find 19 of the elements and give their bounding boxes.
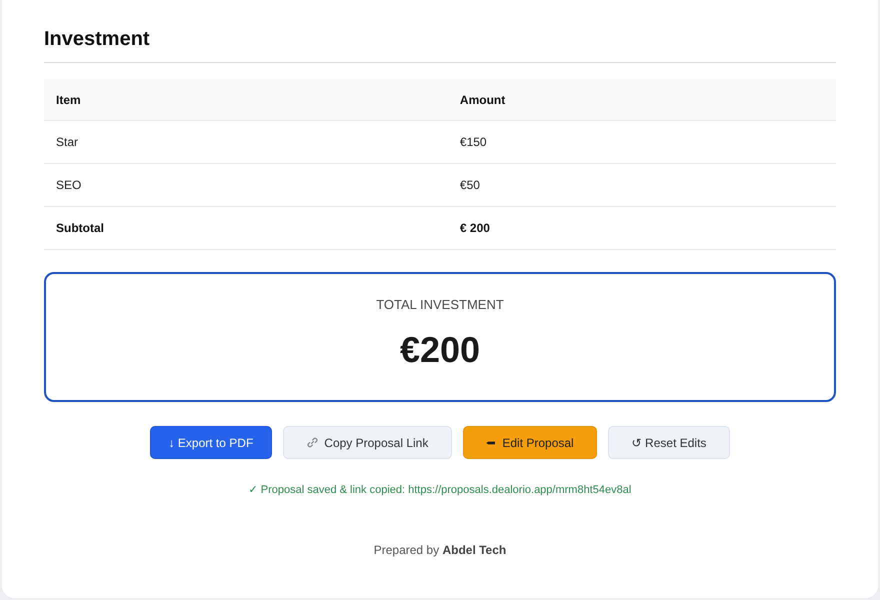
total-label: TOTAL INVESTMENT bbox=[375, 296, 505, 314]
section-title: Investment bbox=[44, 27, 150, 52]
table-cell: €150 bbox=[448, 120, 836, 164]
table-cell: Star bbox=[44, 120, 448, 164]
column-header: Amount bbox=[448, 79, 836, 120]
table-cell: SEO bbox=[44, 164, 448, 206]
link-icon bbox=[307, 437, 318, 448]
status-message: ✓ Proposal saved & link copied: https://proposals.dealorio.app/mrm8ht54ev8al bbox=[248, 483, 632, 497]
prepared-by-text: Prepared by Abdel Tech bbox=[372, 543, 508, 557]
column-header: Item bbox=[44, 79, 448, 120]
total-amount: €200 bbox=[398, 330, 482, 370]
subtotal-cell: Subtotal bbox=[44, 206, 448, 250]
edit-proposal-button[interactable]: Edit Proposal bbox=[463, 426, 597, 459]
pencil-icon bbox=[486, 440, 496, 444]
table-cell: €50 bbox=[448, 164, 836, 206]
reset-edits-button[interactable]: ↺ Reset Edits bbox=[608, 426, 730, 459]
copy-link-button[interactable]: Copy Proposal Link bbox=[283, 426, 452, 459]
subtotal-cell: € 200 bbox=[448, 206, 836, 250]
export-pdf-button[interactable]: ↓ Export to PDF bbox=[150, 426, 272, 459]
